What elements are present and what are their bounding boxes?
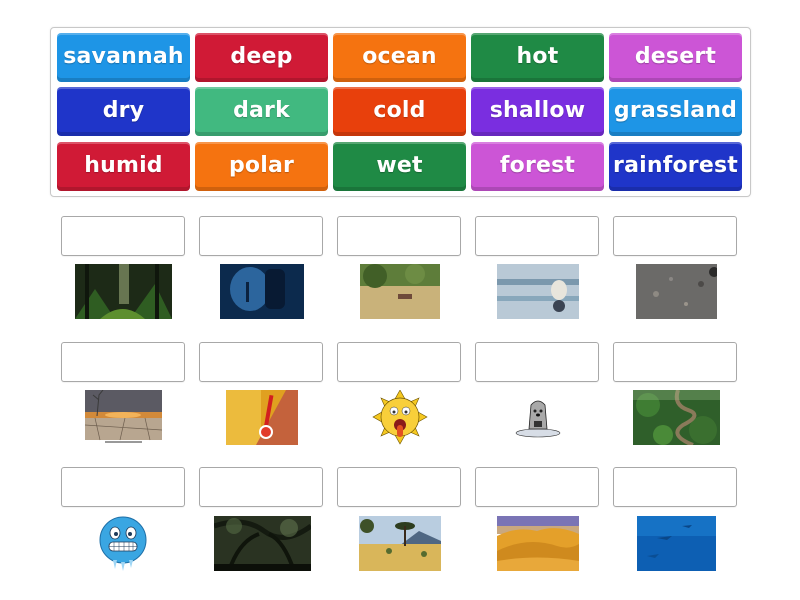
drop-slot[interactable] — [337, 467, 461, 507]
hot-thermometer-photo — [226, 390, 298, 445]
ocean-sharks-photo — [636, 516, 716, 571]
drop-slot[interactable] — [613, 216, 737, 256]
word-tile-dark[interactable]: dark — [195, 87, 328, 136]
word-bank: savannah deep ocean hot desert dry dark cold sha… — [50, 27, 751, 197]
freezing-cold-emoji — [97, 516, 149, 571]
drop-slot[interactable] — [475, 467, 599, 507]
drop-slot[interactable] — [613, 467, 737, 507]
drop-slot[interactable] — [61, 216, 185, 256]
drop-slot[interactable] — [337, 342, 461, 382]
word-tile-savannah[interactable]: savannah — [57, 33, 190, 82]
word-tile-rainforest[interactable]: rainforest — [609, 142, 742, 191]
drop-slot[interactable] — [337, 216, 461, 256]
word-tile-dry[interactable]: dry — [57, 87, 190, 136]
wet-dog-cartoon — [511, 395, 566, 440]
word-tile-ocean[interactable]: ocean — [333, 33, 466, 82]
drop-slot[interactable] — [199, 467, 323, 507]
word-tile-wet[interactable]: wet — [333, 142, 466, 191]
rainforest-river-aerial-photo — [632, 390, 720, 445]
word-tile-hot[interactable]: hot — [471, 33, 604, 82]
shallow-water-pebbles-photo — [635, 264, 717, 319]
word-tile-desert[interactable]: desert — [609, 33, 742, 82]
drop-slot[interactable] — [61, 342, 185, 382]
drop-slot[interactable] — [475, 216, 599, 256]
drop-slot[interactable] — [475, 342, 599, 382]
dark-forest-path-photo — [74, 264, 172, 319]
humid-forest-canopy-photo — [213, 516, 311, 571]
drop-slot[interactable] — [613, 342, 737, 382]
word-tile-deep[interactable]: deep — [195, 33, 328, 82]
drop-slot[interactable] — [199, 216, 323, 256]
word-tile-forest[interactable]: forest — [471, 142, 604, 191]
word-tile-humid[interactable]: humid — [57, 142, 190, 191]
word-tile-polar[interactable]: polar — [195, 142, 328, 191]
savannah-acacia-photo — [359, 516, 441, 571]
polar-bear-on-ice-photo — [497, 264, 579, 319]
savannah-grassland-photo — [360, 264, 440, 319]
hot-sweating-sun-cartoon — [365, 390, 435, 445]
desert-sand-dunes-photo — [497, 516, 579, 571]
word-tile-shallow[interactable]: shallow — [471, 87, 604, 136]
drop-slot[interactable] — [199, 342, 323, 382]
dry-cracked-earth-photo — [84, 390, 162, 445]
word-tile-grassland[interactable]: grassland — [609, 87, 742, 136]
word-tile-cold[interactable]: cold — [333, 87, 466, 136]
drop-slot[interactable] — [61, 467, 185, 507]
deep-underwater-diver-photo — [220, 264, 304, 319]
